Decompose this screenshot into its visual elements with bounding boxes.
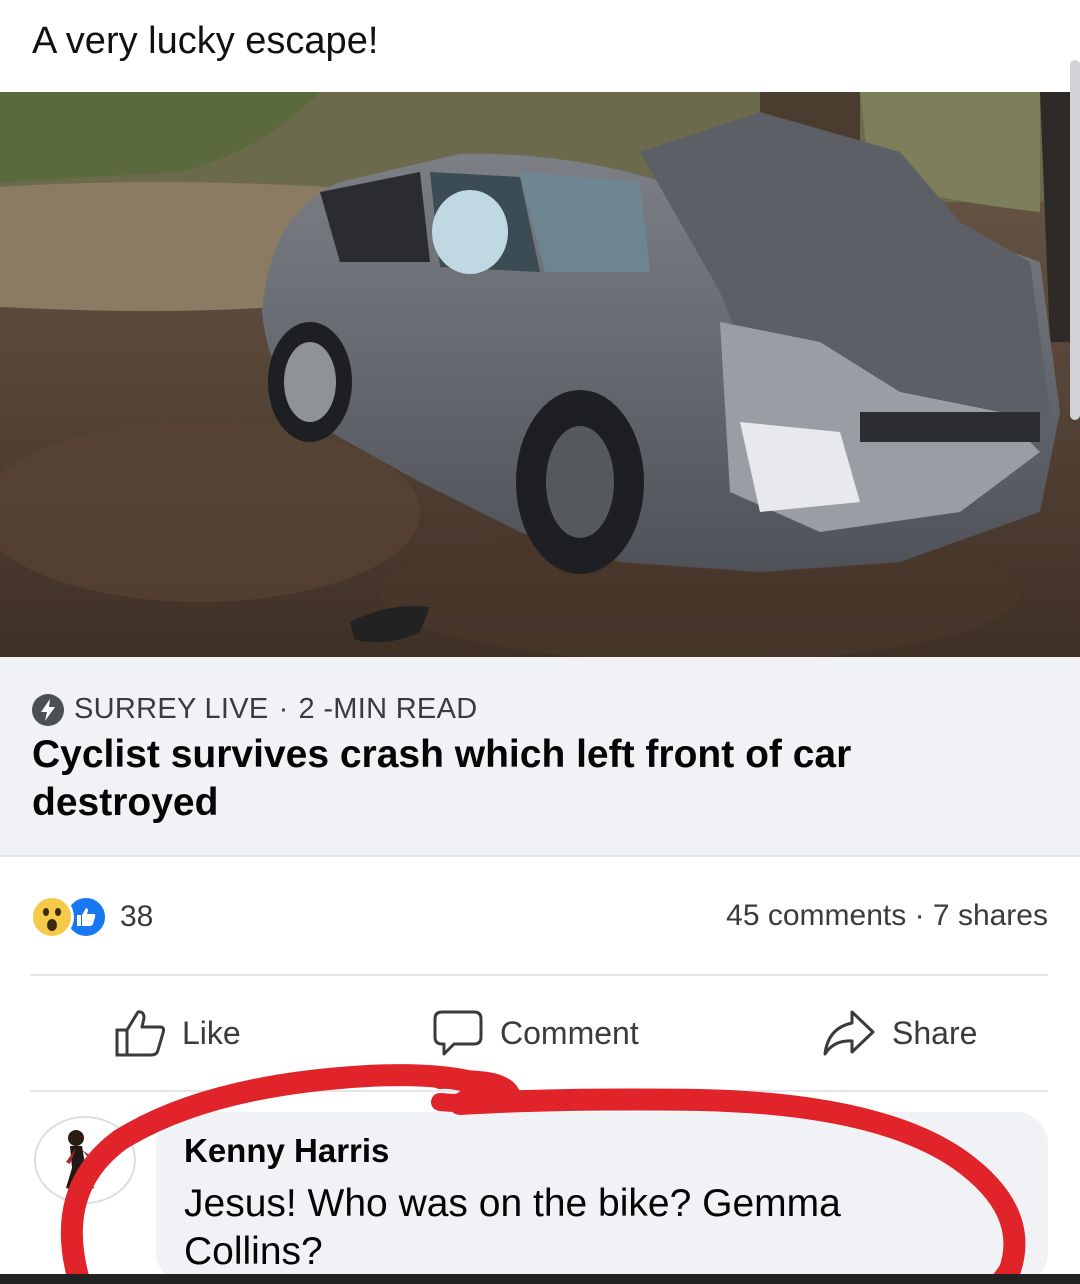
comment-text: Jesus! Who was on the bike? Gemma Collin…	[184, 1182, 841, 1273]
comment-button[interactable]: Comment	[432, 1008, 639, 1058]
comments-count[interactable]: 45 comments	[726, 899, 906, 932]
comment-author[interactable]: Kenny Harris	[184, 1132, 389, 1170]
share-button[interactable]: Share	[822, 1008, 977, 1058]
action-bar: Like Comment Share	[0, 1000, 1080, 1072]
reaction-summary[interactable]: 38	[30, 895, 153, 939]
counts-separator: ·	[914, 899, 925, 932]
like-button[interactable]: Like	[114, 1008, 241, 1058]
divider	[30, 1090, 1048, 1092]
source-separator: ·	[278, 693, 289, 725]
thumbs-up-icon	[115, 1010, 166, 1057]
engagement-counts: 45 comments · 7 shares	[726, 899, 1048, 933]
share-arrow-icon	[823, 1010, 875, 1056]
crashed-car-photo	[0, 92, 1080, 657]
source-name: SURREY LIVE	[74, 693, 269, 725]
article-headline[interactable]: Cyclist survives crash which left front …	[32, 731, 932, 827]
post-caption: A very lucky escape!	[32, 20, 379, 62]
bottom-edge	[0, 1274, 1080, 1284]
avatar[interactable]	[34, 1116, 136, 1204]
commenter-avatar-image	[36, 1118, 134, 1202]
comment-label: Comment	[500, 1014, 639, 1051]
comment-bubble[interactable]: Kenny Harris Jesus! Who was on the bike?…	[156, 1112, 1048, 1284]
post-photo[interactable]	[0, 92, 1080, 657]
wow-reaction-icon	[30, 895, 74, 939]
post-text: A very lucky escape!	[0, 0, 1080, 92]
divider	[30, 974, 1048, 976]
bolt-icon	[32, 693, 64, 726]
read-time: 2 -MIN READ	[298, 693, 478, 725]
shares-count[interactable]: 7 shares	[933, 899, 1048, 932]
like-label: Like	[182, 1014, 241, 1051]
source-row: SURREY LIVE · 2 -MIN READ	[32, 693, 477, 726]
reaction-count: 38	[120, 900, 154, 933]
speech-bubble-icon	[433, 1010, 483, 1056]
scrollbar[interactable]	[1070, 60, 1080, 420]
share-label: Share	[892, 1014, 978, 1051]
divider	[0, 855, 1080, 857]
link-preview-card[interactable]: SURREY LIVE · 2 -MIN READ Cyclist surviv…	[0, 657, 1080, 855]
